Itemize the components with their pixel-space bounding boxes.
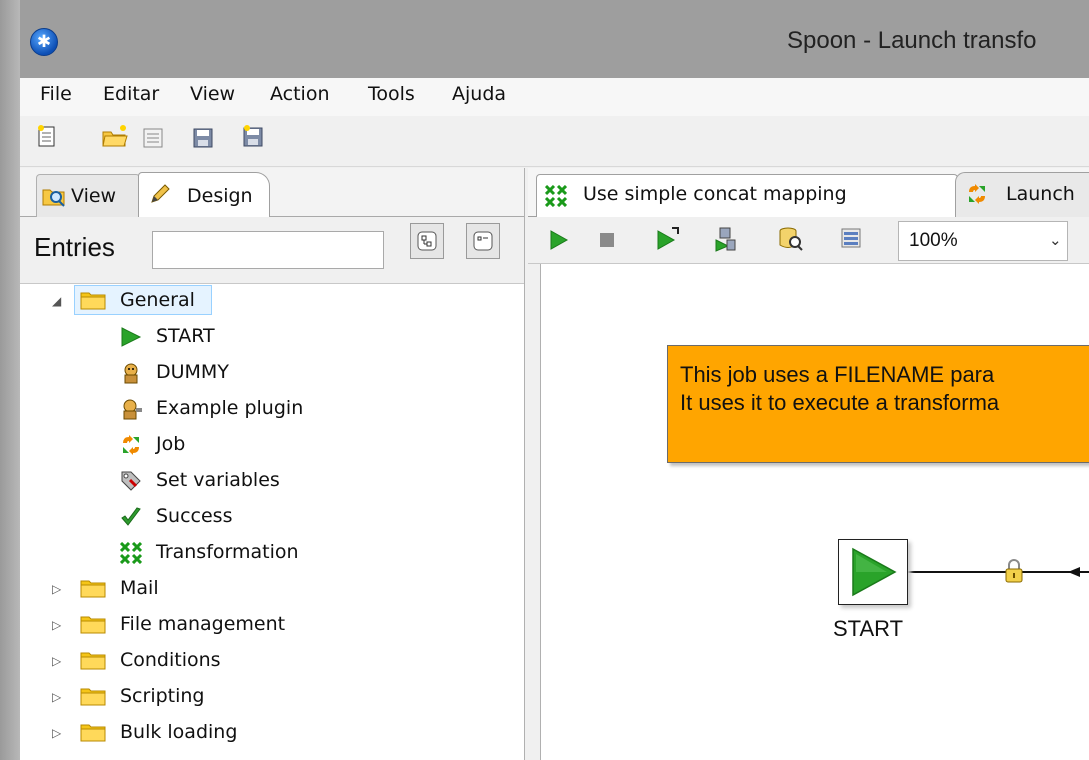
run-icon[interactable] <box>548 229 570 251</box>
tree-item-set-variables[interactable]: Set variables <box>120 464 370 498</box>
folder-icon <box>80 652 106 670</box>
tree-label-example-plugin: Example plugin <box>156 397 304 419</box>
folder-icon <box>80 292 106 310</box>
tree-label-start: START <box>156 325 215 347</box>
start-play-icon <box>121 327 142 347</box>
tab-label-launch: Launch <box>1006 183 1075 205</box>
job-arrows-icon <box>123 435 139 455</box>
tab-view-label: View <box>71 185 117 207</box>
tree-label-general: General <box>120 289 195 311</box>
tree-item-success[interactable]: Success <box>120 500 370 534</box>
tree-label-dummy: DUMMY <box>156 361 229 383</box>
entries-label: Entries <box>34 232 115 262</box>
entries-search-input[interactable] <box>152 231 384 269</box>
variables-tag-icon <box>121 471 141 491</box>
note-line-1: This job uses a FILENAME para <box>680 362 995 387</box>
tree-label-job: Job <box>156 433 186 455</box>
tree-folder-file-management[interactable]: ▷ File management <box>50 608 350 642</box>
sql-database-icon[interactable] <box>776 224 804 252</box>
tree-label-mail: Mail <box>120 577 159 599</box>
run-options-icon[interactable] <box>655 226 681 252</box>
collapsed-arrow-icon[interactable]: ▷ <box>52 726 61 740</box>
tree-folder-conditions[interactable]: ▷ Conditions <box>50 644 350 678</box>
desktop-edge <box>0 0 20 760</box>
tree-item-dummy[interactable]: DUMMY <box>120 356 370 390</box>
tree-item-job[interactable]: Job <box>120 428 370 462</box>
save-as-icon[interactable] <box>242 124 264 148</box>
job-hop[interactable] <box>907 571 1089 573</box>
tree-label-bulk-loading: Bulk loading <box>120 721 238 743</box>
spoon-window: ✱ Spoon - Launch transfo File Editar Vie… <box>0 0 1089 760</box>
pencil-icon <box>151 184 170 203</box>
expand-all-button[interactable] <box>410 223 444 259</box>
collapse-all-button[interactable] <box>466 223 500 259</box>
save-icon[interactable] <box>192 126 214 150</box>
collapsed-arrow-icon[interactable]: ▷ <box>52 618 61 632</box>
hop-arrowhead-icon <box>1068 567 1080 577</box>
tab-view[interactable]: View <box>36 174 140 217</box>
collapsed-arrow-icon[interactable]: ▷ <box>52 582 61 596</box>
open-folder-icon[interactable] <box>101 124 129 148</box>
tree-expand-icon <box>417 231 437 251</box>
tree-label-transformation: Transformation <box>156 541 299 563</box>
tree-item-start[interactable]: START <box>120 320 370 354</box>
expanded-arrow-icon[interactable]: ◢ <box>52 294 61 308</box>
spoon-app-icon[interactable]: ✱ <box>30 28 58 56</box>
tab-use-simple-concat-mapping[interactable]: Use simple concat mapping <box>536 174 958 217</box>
checkmark-icon <box>121 507 141 526</box>
start-play-icon <box>852 547 897 597</box>
lock-icon[interactable] <box>1003 558 1025 584</box>
menu-editar[interactable]: Editar <box>103 83 159 105</box>
folder-icon <box>80 688 106 706</box>
zoom-select[interactable]: 100% ⌄ <box>898 221 1068 261</box>
zoom-value: 100% <box>909 230 958 251</box>
main-toolbar <box>20 116 1089 167</box>
menu-ajuda[interactable]: Ajuda <box>452 83 506 105</box>
folder-icon <box>80 616 106 634</box>
explore-repository-icon[interactable] <box>142 126 164 150</box>
dummy-figure-icon <box>124 363 138 384</box>
new-file-icon[interactable] <box>36 124 58 148</box>
menu-bar <box>20 78 1089 116</box>
collapsed-arrow-icon[interactable]: ▷ <box>52 654 61 668</box>
job-canvas[interactable] <box>540 264 1089 760</box>
tree-folder-mail[interactable]: ▷ Mail <box>50 572 350 606</box>
tree-item-transformation[interactable]: Transformation <box>120 536 370 570</box>
start-entry[interactable] <box>838 539 908 605</box>
tab-launch[interactable]: Launch <box>955 172 1089 217</box>
tab-design[interactable]: Design <box>138 172 270 217</box>
menu-view[interactable]: View <box>190 83 235 105</box>
tree-folder-scripting[interactable]: ▷ Scripting <box>50 680 350 714</box>
job-arrows-icon <box>969 184 985 204</box>
tree-label-conditions: Conditions <box>120 649 221 671</box>
menu-action[interactable]: Action <box>270 83 330 105</box>
replay-icon[interactable] <box>712 226 738 252</box>
menu-tools[interactable]: Tools <box>368 83 415 105</box>
transformation-arrows-icon <box>545 185 567 207</box>
chevron-down-icon: ⌄ <box>1049 231 1062 249</box>
tree-label-success: Success <box>156 505 233 527</box>
tree-label-file-management: File management <box>120 613 286 635</box>
tree-item-example-plugin[interactable]: Example plugin <box>120 392 370 426</box>
view-magnifier-icon <box>42 189 65 207</box>
tab-design-label: Design <box>187 185 253 207</box>
folder-icon <box>80 724 106 742</box>
tree-folder-general[interactable]: ◢ General <box>50 284 350 318</box>
tree-label-scripting: Scripting <box>120 685 205 707</box>
tree-label-set-variables: Set variables <box>156 469 280 491</box>
start-entry-label: START <box>833 616 904 641</box>
tree-collapse-icon <box>473 231 493 251</box>
transformation-arrows-icon <box>120 542 142 564</box>
tab-label-concat: Use simple concat mapping <box>583 183 847 205</box>
plugin-figure-icon <box>123 399 142 420</box>
menu-file[interactable]: File <box>40 83 72 105</box>
canvas-note[interactable]: This job uses a FILENAME para It uses it… <box>667 345 1089 463</box>
note-line-2: It uses it to execute a transforma <box>680 390 1000 415</box>
window-title: Spoon - Launch transfo <box>787 27 1037 54</box>
collapsed-arrow-icon[interactable]: ▷ <box>52 690 61 704</box>
explore-database-icon[interactable] <box>840 227 862 249</box>
stop-icon[interactable] <box>597 230 617 250</box>
tree-folder-bulk-loading[interactable]: ▷ Bulk loading <box>50 716 350 750</box>
folder-icon <box>80 580 106 598</box>
